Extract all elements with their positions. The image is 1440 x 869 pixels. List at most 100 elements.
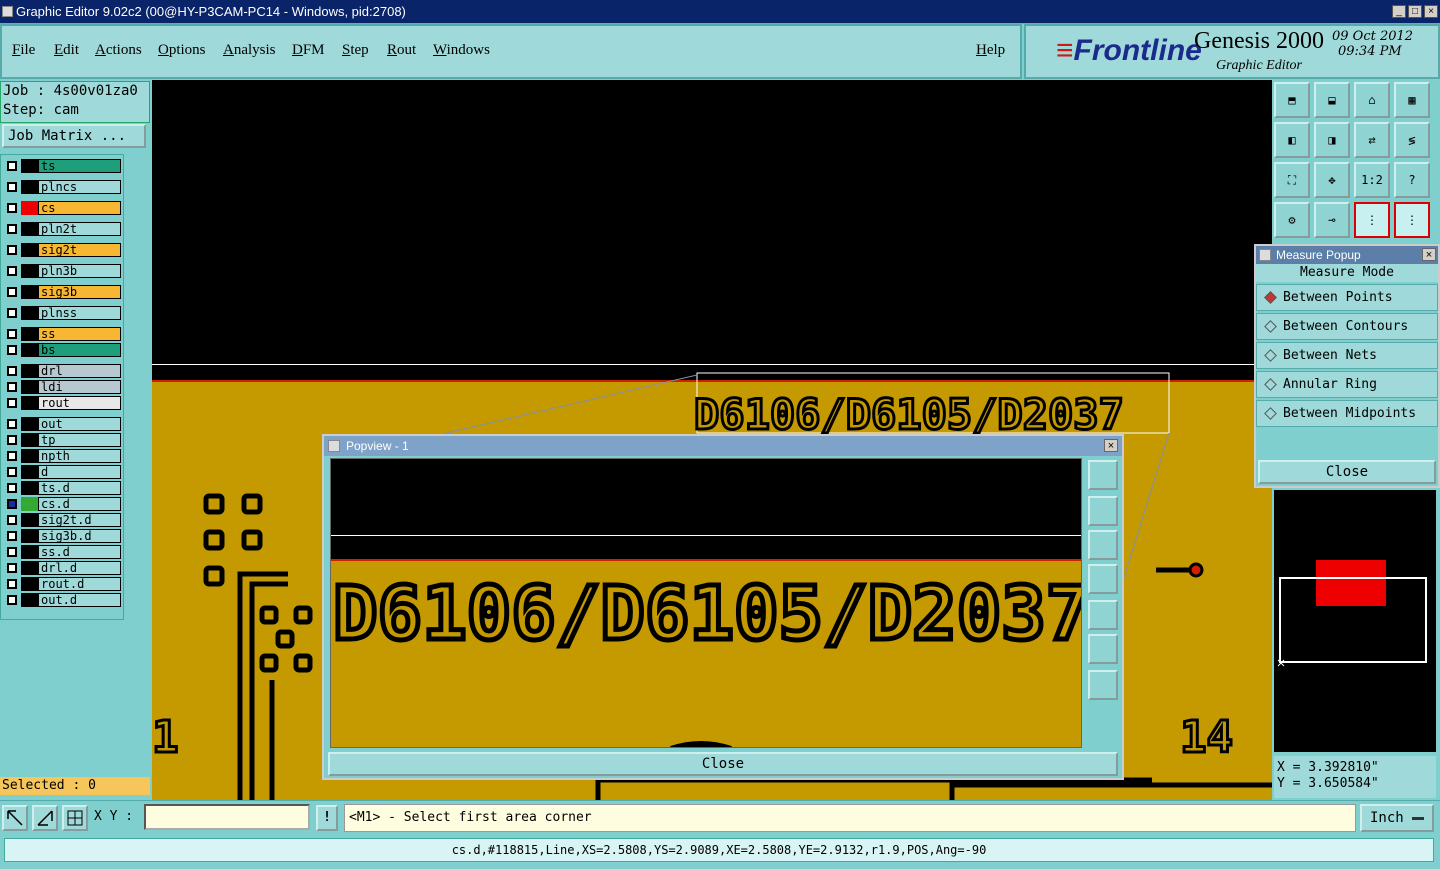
layer-checkbox[interactable] [7, 224, 17, 234]
layer-name[interactable]: cs.d [38, 497, 121, 511]
layer-name[interactable]: out.d [38, 593, 121, 607]
layer-row-drl[interactable]: drl [3, 364, 121, 378]
net-red2-icon[interactable]: ⋮ [1394, 202, 1430, 238]
zoom-home-icon[interactable]: ⬓ [1314, 82, 1350, 118]
layer-checkbox[interactable] [7, 467, 17, 477]
layer-row-ts[interactable]: ts [3, 159, 121, 173]
popview-mode-icon[interactable] [1088, 460, 1118, 490]
layer-checkbox[interactable] [7, 579, 17, 589]
popview-left-icon[interactable] [1088, 564, 1118, 594]
layer-checkbox[interactable] [7, 287, 17, 297]
layer-name[interactable]: npth [38, 449, 121, 463]
layer-name[interactable]: drl [38, 364, 121, 378]
layer-row-npth[interactable]: npth [3, 449, 121, 463]
layer-row-cs-d[interactable]: cs.d [3, 497, 121, 511]
layer-name[interactable]: ts [38, 159, 121, 173]
layer-checkbox[interactable] [7, 547, 17, 557]
layer-name[interactable]: rout.d [38, 577, 121, 591]
pan-left-icon[interactable]: ◧ [1274, 122, 1310, 158]
layer-checkbox[interactable] [7, 366, 17, 376]
layer-checkbox[interactable] [7, 182, 17, 192]
popview-down-icon[interactable] [1088, 530, 1118, 560]
layer-name[interactable]: d [38, 465, 121, 479]
close-icon[interactable]: × [1422, 248, 1436, 261]
layer-checkbox[interactable] [7, 329, 17, 339]
mirror-icon[interactable]: ≶ [1394, 122, 1430, 158]
help-icon[interactable]: ? [1394, 162, 1430, 198]
menu-file[interactable]: File [12, 42, 35, 59]
measure-option-between-contours[interactable]: Between Contours [1256, 313, 1438, 340]
layer-checkbox[interactable] [7, 161, 17, 171]
popview-up-icon[interactable] [1088, 496, 1118, 526]
layer-row-pln3b[interactable]: pln3b [3, 264, 121, 278]
layer-name[interactable]: sig2t.d [38, 513, 121, 527]
layer-row-ss-d[interactable]: ss.d [3, 545, 121, 559]
fit-screen-icon[interactable]: ⛶ [1274, 162, 1310, 198]
layer-name[interactable]: sig3b [38, 285, 121, 299]
net-red-icon[interactable]: ⋮ [1354, 202, 1390, 238]
layer-row-bs[interactable]: bs [3, 343, 121, 357]
layer-name[interactable]: ldi [38, 380, 121, 394]
maximize-button[interactable]: □ [1408, 5, 1422, 18]
pan-right-icon[interactable]: ◨ [1314, 122, 1350, 158]
layer-name[interactable]: ts.d [38, 481, 121, 495]
menu-rout[interactable]: Rout [387, 42, 416, 59]
menu-step[interactable]: Step [342, 42, 369, 59]
layer-name[interactable]: drl.d [38, 561, 121, 575]
layer-checkbox[interactable] [7, 531, 17, 541]
measure-option-annular-ring[interactable]: Annular Ring [1256, 371, 1438, 398]
layer-row-sig2t[interactable]: sig2t [3, 243, 121, 257]
layer-row-sig3b-d[interactable]: sig3b.d [3, 529, 121, 543]
layer-checkbox[interactable] [7, 266, 17, 276]
layer-row-plncs[interactable]: plncs [3, 180, 121, 194]
minimize-button[interactable]: _ [1392, 5, 1406, 18]
popview-fit-icon[interactable] [1088, 634, 1118, 664]
layer-checkbox[interactable] [7, 419, 17, 429]
xy-input[interactable] [144, 804, 310, 830]
layer-row-cs[interactable]: cs [3, 201, 121, 215]
layer-name[interactable]: sig3b.d [38, 529, 121, 543]
menu-windows[interactable]: Windows [433, 42, 490, 59]
layer-checkbox[interactable] [7, 595, 17, 605]
zoom-fit-icon[interactable]: ✥ [1314, 162, 1350, 198]
layer-checkbox[interactable] [7, 515, 17, 525]
layer-name[interactable]: pln3b [38, 264, 121, 278]
layer-row-ss[interactable]: ss [3, 327, 121, 341]
layer-checkbox[interactable] [7, 398, 17, 408]
layer-name[interactable]: cs [38, 201, 121, 215]
menu-options[interactable]: Options [158, 42, 206, 59]
tool-settings-icon[interactable]: ⚙ [1274, 202, 1310, 238]
popview-center-icon[interactable] [1088, 670, 1118, 700]
layer-row-tp[interactable]: tp [3, 433, 121, 447]
layer-row-sig2t-d[interactable]: sig2t.d [3, 513, 121, 527]
measure-icon[interactable] [32, 805, 58, 831]
layer-name[interactable]: plncs [38, 180, 121, 194]
layer-name[interactable]: sig2t [38, 243, 121, 257]
layer-row-rout[interactable]: rout [3, 396, 121, 410]
layer-name[interactable]: tp [38, 433, 121, 447]
popview-close-button[interactable]: Close [328, 752, 1118, 776]
popview-canvas[interactable]: D6106/D6105/D2037 [330, 458, 1082, 748]
layer-row-d[interactable]: d [3, 465, 121, 479]
snap-icon[interactable] [2, 805, 28, 831]
layer-checkbox[interactable] [7, 563, 17, 573]
measure-close-button[interactable]: Close [1258, 460, 1436, 484]
popview-right-icon[interactable] [1088, 600, 1118, 630]
layer-name[interactable]: bs [38, 343, 121, 357]
layer-checkbox[interactable] [7, 499, 17, 509]
menu-actions[interactable]: Actions [95, 42, 142, 59]
menu-help[interactable]: Help [976, 42, 1005, 59]
layer-checkbox[interactable] [7, 382, 17, 392]
layer-name[interactable]: out [38, 417, 121, 431]
layer-name[interactable]: plnss [38, 306, 121, 320]
menu-dfm[interactable]: DFM [292, 42, 325, 59]
layer-row-out[interactable]: out [3, 417, 121, 431]
measure-option-between-points[interactable]: Between Points [1256, 284, 1438, 311]
layer-row-rout-d[interactable]: rout.d [3, 577, 121, 591]
measure-option-between-nets[interactable]: Between Nets [1256, 342, 1438, 369]
close-window-button[interactable]: × [1424, 5, 1438, 18]
menu-analysis[interactable]: Analysis [223, 42, 276, 59]
layer-row-out-d[interactable]: out.d [3, 593, 121, 607]
layer-checkbox[interactable] [7, 203, 17, 213]
layer-checkbox[interactable] [7, 483, 17, 493]
